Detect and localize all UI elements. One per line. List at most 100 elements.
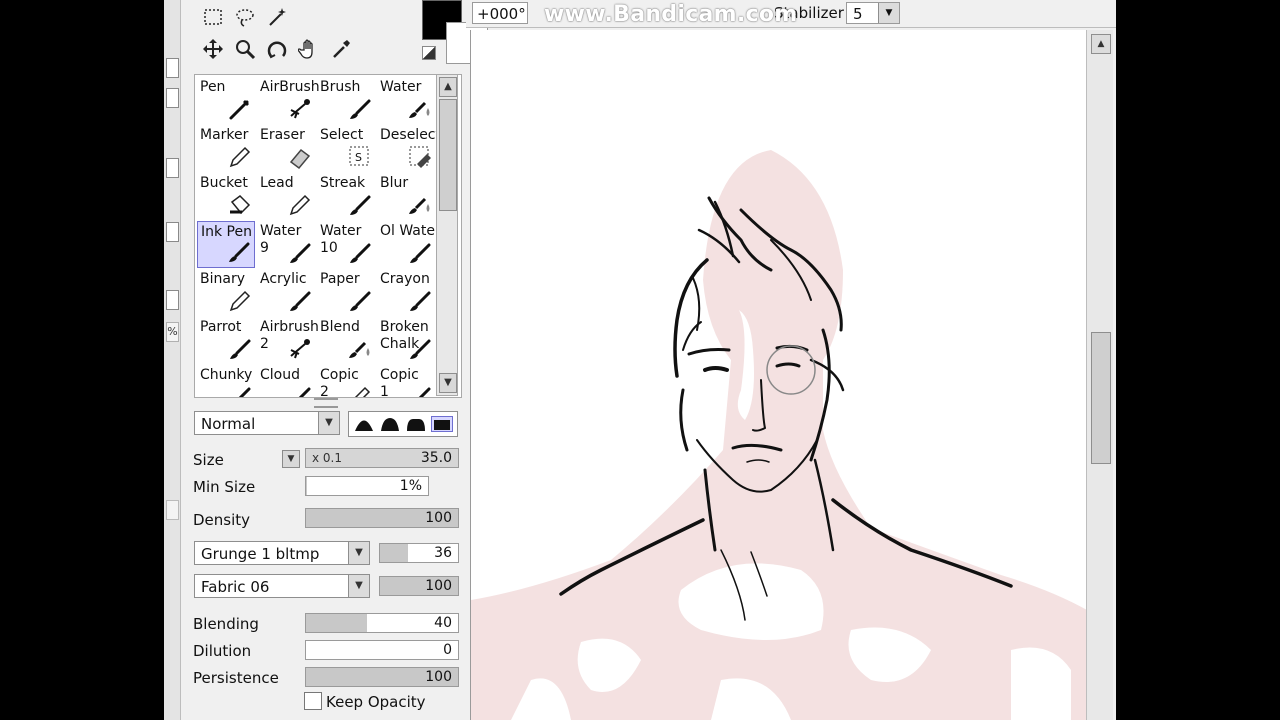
brush-cell[interactable]: Bucket xyxy=(197,173,255,220)
brush-name: Blur xyxy=(380,175,409,191)
brush-shape-square[interactable] xyxy=(431,416,453,432)
brush-cell[interactable]: AirBrush xyxy=(257,77,320,124)
blending-fill xyxy=(306,614,367,632)
size-range-button[interactable]: ▼ xyxy=(282,450,300,468)
brush-cell[interactable]: Brush xyxy=(317,77,375,124)
brush-cell[interactable]: Copic 2 xyxy=(317,365,375,397)
brush-cell[interactable]: Acrylic xyxy=(257,269,315,316)
density-label: Density xyxy=(193,511,251,529)
scroll-thumb[interactable] xyxy=(1091,332,1111,464)
magic-wand-icon[interactable] xyxy=(264,4,290,30)
brush-name: Binary xyxy=(200,271,245,287)
strip-tab[interactable] xyxy=(166,500,179,520)
strip-tab[interactable] xyxy=(166,88,179,108)
density-slider[interactable]: 100 xyxy=(305,508,459,528)
density-value: 100 xyxy=(425,510,452,526)
scroll-up-icon[interactable]: ▲ xyxy=(439,77,457,97)
brush-name: AirBrush xyxy=(260,79,320,95)
keep-opacity-label: Keep Opacity xyxy=(326,693,426,711)
dilution-value: 0 xyxy=(443,642,452,658)
strip-tab[interactable] xyxy=(166,158,179,178)
texture-strength-slider-1[interactable]: 36 xyxy=(379,543,459,563)
brush-cell[interactable]: Copic 1 xyxy=(377,365,435,397)
brush-cell[interactable]: Streak xyxy=(317,173,375,220)
brush-shape-medium[interactable] xyxy=(379,416,401,432)
strip-tab[interactable] xyxy=(166,290,179,310)
texture-strength-value-1: 36 xyxy=(434,545,452,561)
brush-cell[interactable]: Water 10 xyxy=(317,221,375,268)
size-slider[interactable]: x 0.1 35.0 xyxy=(305,448,459,468)
move-icon[interactable] xyxy=(200,36,226,62)
strip-percent-tab[interactable]: % xyxy=(166,322,179,342)
left-panel-strip: % xyxy=(164,0,181,720)
texture-name-1: Grunge 1 bltmp xyxy=(201,545,320,563)
brush-name: Eraser xyxy=(260,127,305,143)
eyedropper-icon[interactable] xyxy=(328,36,354,62)
lasso-icon[interactable] xyxy=(232,4,258,30)
brush-cell[interactable]: Pen xyxy=(197,77,255,124)
dilution-label: Dilution xyxy=(193,642,252,660)
stabilizer-select[interactable]: 5 ▼ xyxy=(846,2,900,24)
strip-tab[interactable] xyxy=(166,58,179,78)
brush-cell[interactable]: Blend xyxy=(317,317,375,364)
brush-shape-hard[interactable] xyxy=(405,416,427,432)
min-size-slider[interactable]: 1% xyxy=(305,476,429,496)
brush-cell[interactable]: Airbrush 2 xyxy=(257,317,319,364)
rect-select-icon[interactable] xyxy=(200,4,226,30)
brush-name: Crayon xyxy=(380,271,430,287)
brush-cell[interactable]: Cloud xyxy=(257,365,315,397)
scroll-down-icon[interactable]: ▼ xyxy=(439,373,457,393)
size-value: 35.0 xyxy=(420,450,452,466)
brush-cell[interactable]: Water 9 xyxy=(257,221,315,268)
brush-cell[interactable]: Broken Chalk xyxy=(377,317,435,364)
brush-cell[interactable]: Deselect xyxy=(377,125,441,172)
persistence-value: 100 xyxy=(425,669,452,685)
texture-strength-slider-2[interactable]: 100 xyxy=(379,576,459,596)
brush-shape-soft[interactable] xyxy=(353,416,375,432)
texture-strength-fill-1 xyxy=(380,544,409,562)
strip-tab[interactable] xyxy=(166,222,179,242)
chevron-down-icon: ▼ xyxy=(348,542,369,564)
brush-cell[interactable]: Ol Water xyxy=(377,221,441,268)
rotate-icon[interactable] xyxy=(264,36,290,62)
scroll-up-icon[interactable]: ▲ xyxy=(1091,34,1111,54)
texture-select-1[interactable]: Grunge 1 bltmp ▼ xyxy=(194,541,370,565)
persistence-label: Persistence xyxy=(193,669,279,687)
blending-slider[interactable]: 40 xyxy=(305,613,459,633)
persistence-slider[interactable]: 100 xyxy=(305,667,459,687)
hand-icon[interactable] xyxy=(296,36,322,62)
brush-cell[interactable]: Water xyxy=(377,77,435,124)
rotation-angle-field[interactable]: +000° xyxy=(472,2,528,24)
brush-cell[interactable]: Select S xyxy=(317,125,375,172)
brush-cell[interactable]: Ink Pen xyxy=(197,221,255,268)
brush-name: Bucket xyxy=(200,175,248,191)
blend-mode-select[interactable]: Normal ▼ xyxy=(194,411,340,435)
brush-cell[interactable]: Parrot xyxy=(197,317,255,364)
min-size-value: 1% xyxy=(399,478,422,494)
brush-cell[interactable]: Lead xyxy=(257,173,315,220)
canvas-scrollbar[interactable]: ▲ xyxy=(1086,30,1113,720)
brush-cell[interactable]: Binary xyxy=(197,269,255,316)
zoom-icon[interactable] xyxy=(232,36,258,62)
keep-opacity-checkbox[interactable] xyxy=(304,692,322,710)
brush-cell[interactable]: Crayon xyxy=(377,269,435,316)
scroll-thumb[interactable] xyxy=(439,99,457,211)
size-multiplier: x 0.1 xyxy=(312,451,342,465)
brush-name: Chunky xyxy=(200,367,253,383)
texture-select-2[interactable]: Fabric 06 ▼ xyxy=(194,574,370,598)
paint-application: % ↰ PenAirBrushBrushW xyxy=(164,0,1116,720)
brush-cell[interactable]: Eraser xyxy=(257,125,315,172)
brush-cell[interactable]: Chunky xyxy=(197,365,255,397)
dilution-slider[interactable]: 0 xyxy=(305,640,459,660)
texture-strength-value-2: 100 xyxy=(425,578,452,594)
svg-text:S: S xyxy=(355,151,362,164)
brush-shape-selector xyxy=(348,411,458,437)
brush-cell[interactable]: Paper xyxy=(317,269,375,316)
panel-resize-grip[interactable] xyxy=(314,398,338,408)
chevron-down-icon: ▼ xyxy=(318,412,339,434)
brush-list-scrollbar[interactable]: ▲ ▼ xyxy=(436,74,458,396)
brush-cell[interactable]: Marker xyxy=(197,125,255,172)
reset-colors-icon[interactable] xyxy=(422,46,436,60)
brush-cell[interactable]: Blur xyxy=(377,173,435,220)
drawing-canvas[interactable] xyxy=(470,30,1087,720)
